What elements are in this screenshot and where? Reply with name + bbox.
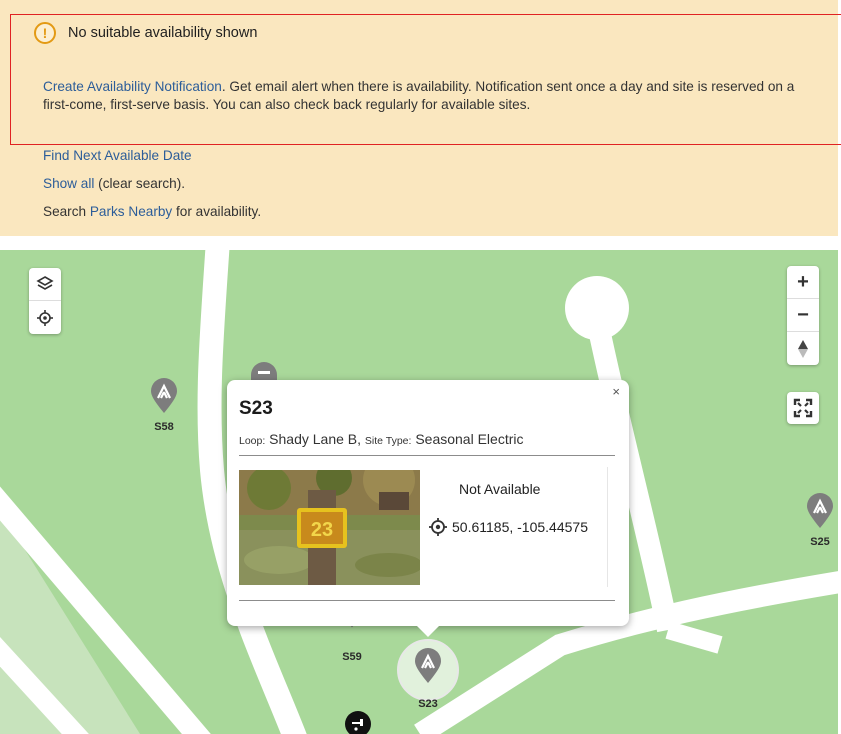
availability-status: Not Available — [459, 481, 541, 497]
zoom-controls: + − — [787, 266, 819, 365]
alert-header: ! No suitable availability shown — [34, 22, 257, 44]
site-type-label: Site Type: — [364, 435, 412, 447]
compass-button[interactable] — [787, 332, 819, 365]
alert-title: No suitable availability shown — [68, 25, 258, 41]
photo-sign-number: 23 — [311, 519, 333, 541]
warning-icon: ! — [34, 22, 56, 44]
site-coordinates[interactable]: 50.61185, -105.44575 — [428, 517, 588, 537]
crosshair-icon — [37, 309, 53, 326]
campsite-pin-icon — [151, 378, 177, 413]
compass-icon — [798, 339, 808, 358]
site-popup: × S23 Loop: Shady Lane B, Site Type: Sea… — [227, 380, 629, 637]
show-all-row: Show all (clear search). — [43, 176, 185, 191]
layers-icon — [36, 276, 54, 290]
create-availability-notification-link[interactable]: Create Availability Notification — [43, 79, 222, 94]
campsite-pin-icon — [415, 648, 441, 683]
fullscreen-icon — [793, 398, 813, 418]
site-label: S59 — [342, 651, 362, 663]
parks-nearby-row: Search Parks Nearby for availability. — [43, 204, 261, 219]
site-label: S25 — [810, 536, 830, 548]
campsite-photo-image: 23 — [239, 470, 420, 585]
coordinates-text: 50.61185, -105.44575 — [452, 519, 588, 535]
alert-notification-text: Create Availability Notification. Get em… — [43, 78, 823, 114]
fullscreen-button[interactable] — [787, 392, 819, 424]
zoom-in-button[interactable]: + — [787, 266, 819, 299]
popup-close-button[interactable]: × — [612, 384, 620, 399]
popup-divider — [239, 455, 615, 456]
site-label: S23 — [418, 698, 438, 710]
layers-button[interactable] — [29, 268, 61, 301]
loop-value: Shady Lane B, — [269, 431, 362, 447]
next-date-row: Find Next Available Date — [43, 148, 192, 163]
popup-site-meta: Loop: Shady Lane B, Site Type: Seasonal … — [239, 431, 524, 447]
availability-alert: ! No suitable availability shown Create … — [0, 0, 838, 236]
site-marker-s25[interactable]: S25 — [803, 493, 837, 548]
water-tap-icon[interactable] — [344, 710, 372, 734]
nearby-suffix: for availability. — [172, 204, 262, 219]
loop-label: Loop: — [239, 435, 266, 447]
site-label: S58 — [154, 421, 174, 433]
parks-nearby-link[interactable]: Parks Nearby — [90, 204, 172, 219]
nearby-prefix: Search — [43, 204, 90, 219]
site-type-value: Seasonal Electric — [415, 431, 524, 447]
map-tools-group — [29, 268, 61, 334]
popup-site-title: S23 — [239, 398, 273, 419]
find-next-available-date-link[interactable]: Find Next Available Date — [43, 148, 192, 163]
site-marker-s58[interactable]: S58 — [147, 378, 181, 433]
show-all-link[interactable]: Show all — [43, 176, 94, 191]
site-marker-s23-selected[interactable]: S23 — [411, 648, 445, 710]
site-photo[interactable]: 23 — [239, 470, 420, 585]
show-all-text: (clear search). — [94, 176, 186, 191]
popup-bottom-divider — [239, 600, 615, 601]
location-target-icon — [429, 518, 447, 536]
campsite-pin-icon — [807, 493, 833, 528]
locate-button[interactable] — [29, 301, 61, 334]
zoom-out-button[interactable]: − — [787, 299, 819, 332]
